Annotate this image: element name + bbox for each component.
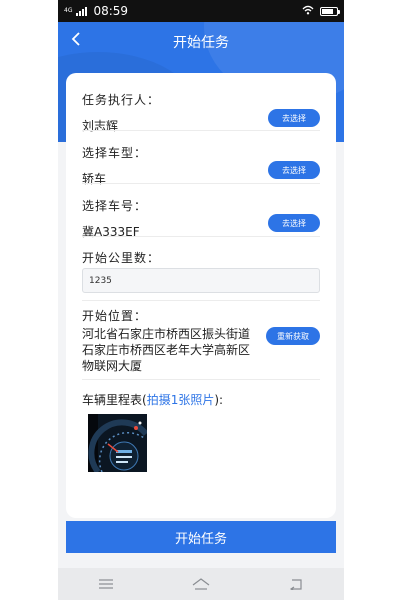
odometer-field: 车辆里程表(拍摄1张照片): (82, 391, 320, 408)
odometer-photo[interactable] (88, 414, 147, 472)
system-nav-bar (58, 568, 344, 600)
take-photo-link[interactable]: 拍摄1张照片 (147, 393, 215, 407)
select-executor-button[interactable]: 去选择 (268, 109, 320, 127)
back-nav-button[interactable] (282, 573, 310, 595)
status-bar: 4G 08:59 (58, 0, 344, 22)
battery-level (322, 8, 334, 14)
vehicle-type-label: 选择车型： (82, 146, 148, 160)
start-location-value: 河北省石家庄市桥西区振头街道石家庄市桥西区老年大学高新区物联网大厦 (82, 327, 251, 373)
start-task-button[interactable]: 开始任务 (66, 521, 336, 553)
start-location-label: 开始位置： (82, 309, 148, 323)
odometer-image (88, 414, 147, 472)
start-location-field: 开始位置： (82, 307, 320, 324)
plate-label: 选择车号： (82, 199, 148, 213)
status-time: 08:59 (93, 4, 129, 18)
signal-icon (76, 6, 88, 16)
page-title: 开始任务 (173, 35, 229, 51)
select-plate-button[interactable]: 去选择 (268, 214, 320, 232)
wifi-icon (302, 4, 314, 18)
divider (82, 183, 320, 184)
task-form-card: 任务执行人： 刘志辉 去选择 选择车型： 轿车 去选择 选择车号： 冀A333E… (66, 73, 336, 518)
menu-icon (98, 579, 113, 589)
start-km-field: 开始公里数： (82, 249, 320, 266)
home-button[interactable] (187, 573, 215, 595)
divider (82, 379, 320, 380)
select-vehicle-type-button[interactable]: 去选择 (268, 161, 320, 179)
refresh-location-button[interactable]: 重新获取 (266, 327, 320, 345)
phone-screen: 4G 08:59 开始任务 任务执行人： 刘志辉 去选择 选择车型： 轿车 去选… (58, 0, 344, 600)
odometer-label: 车辆里程表(拍摄1张照片): (82, 393, 224, 407)
home-icon (192, 578, 210, 590)
divider (82, 130, 320, 131)
menu-button[interactable] (92, 573, 120, 595)
start-km-label: 开始公里数： (82, 251, 161, 265)
start-km-input[interactable] (82, 268, 320, 293)
network-type: 4G (64, 7, 73, 14)
battery-icon (320, 6, 340, 16)
executor-label: 任务执行人： (82, 93, 161, 107)
return-icon (290, 578, 302, 590)
divider (82, 236, 320, 237)
divider (82, 300, 320, 301)
